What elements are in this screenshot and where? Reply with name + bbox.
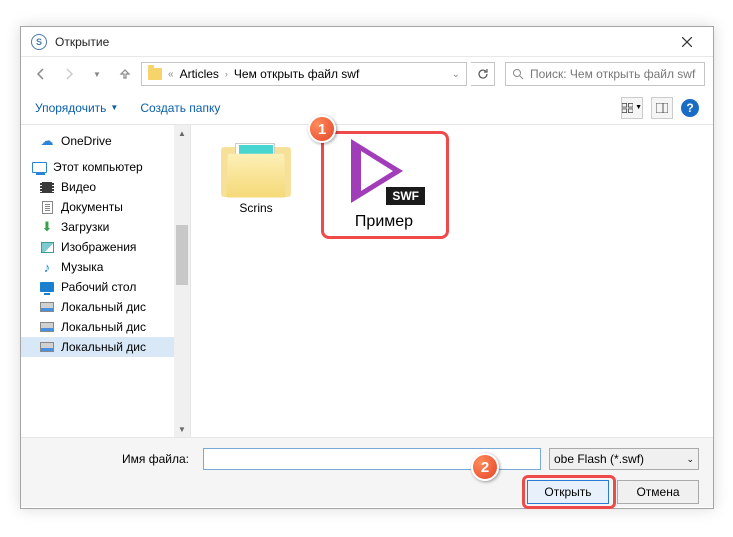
folder-item[interactable]: Scrins (211, 141, 301, 215)
nav-row: ▼ « Articles › Чем открыть файл swf ⌄ По… (21, 57, 713, 91)
back-button[interactable] (29, 62, 53, 86)
folder-label: Scrins (239, 201, 272, 215)
film-icon (39, 180, 55, 194)
organize-button[interactable]: Упорядочить▼ (35, 101, 118, 115)
folder-icon (148, 68, 162, 80)
desktop-icon (39, 280, 55, 294)
preview-pane-button[interactable] (651, 97, 673, 119)
swf-file-item[interactable]: SWF Пример (329, 141, 439, 231)
annotation-marker-2: 2 (471, 453, 499, 481)
filetype-select[interactable]: obe Flash (*.swf)⌄ (549, 448, 699, 470)
chevron-down-icon[interactable]: ⌄ (452, 69, 460, 80)
disk-icon (39, 300, 55, 314)
toolbar: Упорядочить▼ Создать папку ▼ ? (21, 91, 713, 125)
sidebar-item-onedrive[interactable]: ☁OneDrive (21, 131, 190, 151)
dialog-footer: Имя файла: obe Flash (*.swf)⌄ Открыть От… (21, 437, 713, 507)
sidebar-item-desktop[interactable]: Рабочий стол (21, 277, 190, 297)
help-button[interactable]: ? (681, 99, 699, 117)
sidebar-item-downloads[interactable]: ⬇Загрузки (21, 217, 190, 237)
sidebar-item-videos[interactable]: Видео (21, 177, 190, 197)
sidebar-item-disk[interactable]: Локальный дис (21, 317, 190, 337)
disk-icon (39, 320, 55, 334)
image-icon (39, 240, 55, 254)
sidebar-item-this-pc[interactable]: Этот компьютер (21, 157, 190, 177)
titlebar: S Открытие (21, 27, 713, 57)
music-icon: ♪ (39, 260, 55, 274)
sidebar-item-documents[interactable]: Документы (21, 197, 190, 217)
scroll-thumb[interactable] (176, 225, 188, 285)
scroll-up-icon[interactable]: ▲ (174, 125, 190, 141)
filename-label: Имя файла: (35, 452, 195, 466)
search-icon (512, 68, 524, 80)
sidebar-scrollbar[interactable]: ▲ ▼ (174, 125, 190, 437)
annotation-marker-1: 1 (308, 115, 336, 143)
disk-icon (39, 340, 55, 354)
view-button[interactable]: ▼ (621, 97, 643, 119)
sidebar-item-pictures[interactable]: Изображения (21, 237, 190, 257)
folder-large-icon (221, 141, 291, 197)
new-folder-button[interactable]: Создать папку (140, 101, 220, 115)
breadcrumb-part[interactable]: Чем открыть файл swf (234, 67, 359, 81)
app-icon: S (31, 34, 47, 50)
up-button[interactable] (113, 62, 137, 86)
window-title: Открытие (55, 35, 109, 49)
scroll-down-icon[interactable]: ▼ (174, 421, 190, 437)
download-icon: ⬇ (39, 220, 55, 234)
sidebar-item-disk[interactable]: Локальный дис (21, 337, 190, 357)
chevron-right-icon: › (225, 69, 228, 79)
pc-icon (31, 160, 47, 174)
breadcrumb-part[interactable]: Articles (180, 67, 219, 81)
document-icon (39, 200, 55, 214)
open-file-dialog: S Открытие ▼ « Articles › Чем открыть фа… (20, 26, 714, 509)
sidebar-item-music[interactable]: ♪Музыка (21, 257, 190, 277)
refresh-button[interactable] (471, 62, 495, 86)
sidebar-item-disk[interactable]: Локальный дис (21, 297, 190, 317)
file-pane[interactable]: Scrins SWF Пример (191, 125, 713, 437)
search-input[interactable]: Поиск: Чем открыть файл swf (505, 62, 705, 86)
close-button[interactable] (667, 30, 707, 54)
cancel-button[interactable]: Отмена (617, 480, 699, 504)
swf-icon: SWF (343, 141, 425, 209)
forward-button[interactable] (57, 62, 81, 86)
annotation-highlight (522, 475, 616, 509)
cloud-icon: ☁ (39, 134, 55, 148)
address-bar[interactable]: « Articles › Чем открыть файл swf ⌄ (141, 62, 467, 86)
recent-dropdown[interactable]: ▼ (85, 62, 109, 86)
sidebar: ☁OneDrive Этот компьютер Видео Документы… (21, 125, 191, 437)
